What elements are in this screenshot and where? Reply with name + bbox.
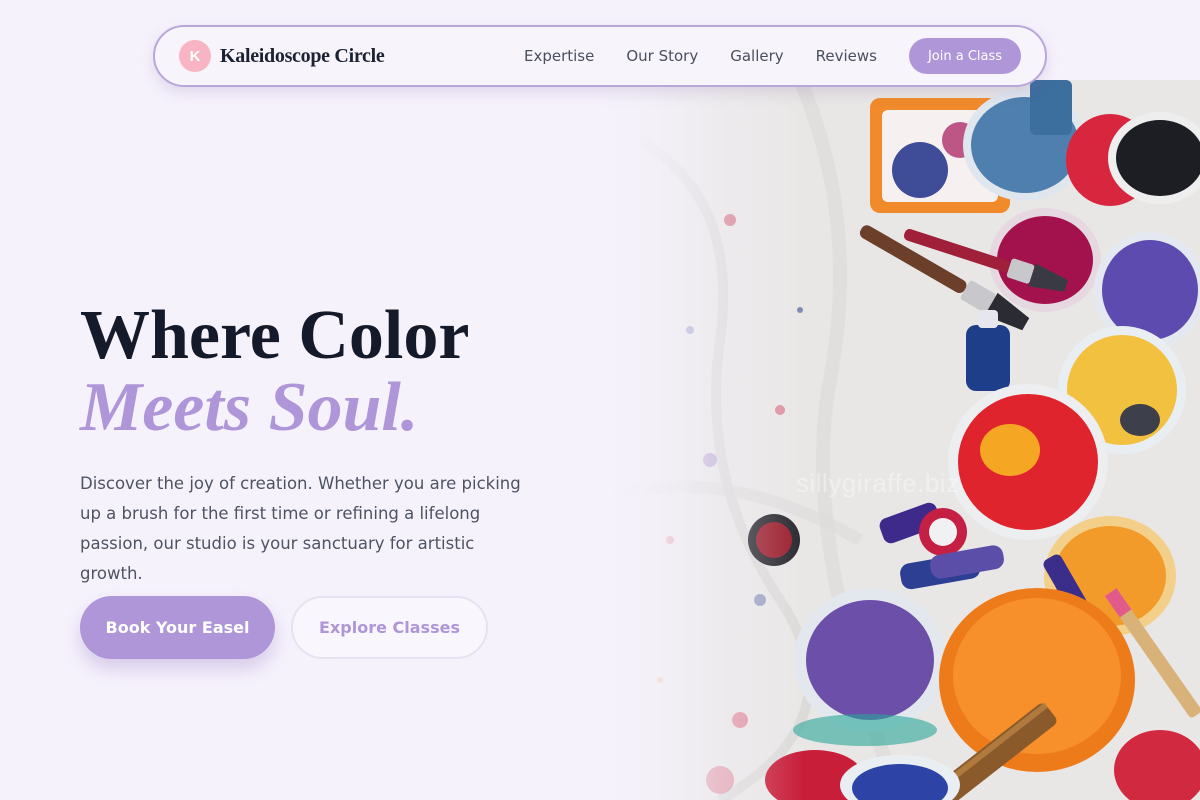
book-easel-button[interactable]: Book Your Easel xyxy=(80,596,275,659)
nav-link-gallery[interactable]: Gallery xyxy=(730,47,783,65)
top-navbar: K Kaleidoscope Circle Expertise Our Stor… xyxy=(153,25,1047,87)
headline-line-2: Meets Soul. xyxy=(80,369,419,446)
hero-image-paint-palettes: sillygiraffe.biz xyxy=(600,80,1200,800)
nav-link-reviews[interactable]: Reviews xyxy=(816,47,877,65)
hero-description: Discover the joy of creation. Whether yo… xyxy=(80,474,521,583)
hero-headline: Where Color Meets Soul. xyxy=(80,300,469,444)
nav-link-our-story[interactable]: Our Story xyxy=(626,47,698,65)
landing-page: sillygiraffe.biz K Kaleidoscope Circle E… xyxy=(0,0,1200,800)
nav-link-expertise[interactable]: Expertise xyxy=(524,47,594,65)
join-class-button[interactable]: Join a Class xyxy=(909,38,1021,74)
headline-line-1: Where Color xyxy=(80,297,470,374)
image-watermark: sillygiraffe.biz xyxy=(796,468,960,498)
explore-classes-button[interactable]: Explore Classes xyxy=(291,596,488,659)
brand-monogram-icon[interactable]: K xyxy=(179,40,211,72)
brand-name[interactable]: Kaleidoscope Circle xyxy=(220,45,385,68)
nav-links: Expertise Our Story Gallery Reviews Join… xyxy=(524,38,1021,74)
